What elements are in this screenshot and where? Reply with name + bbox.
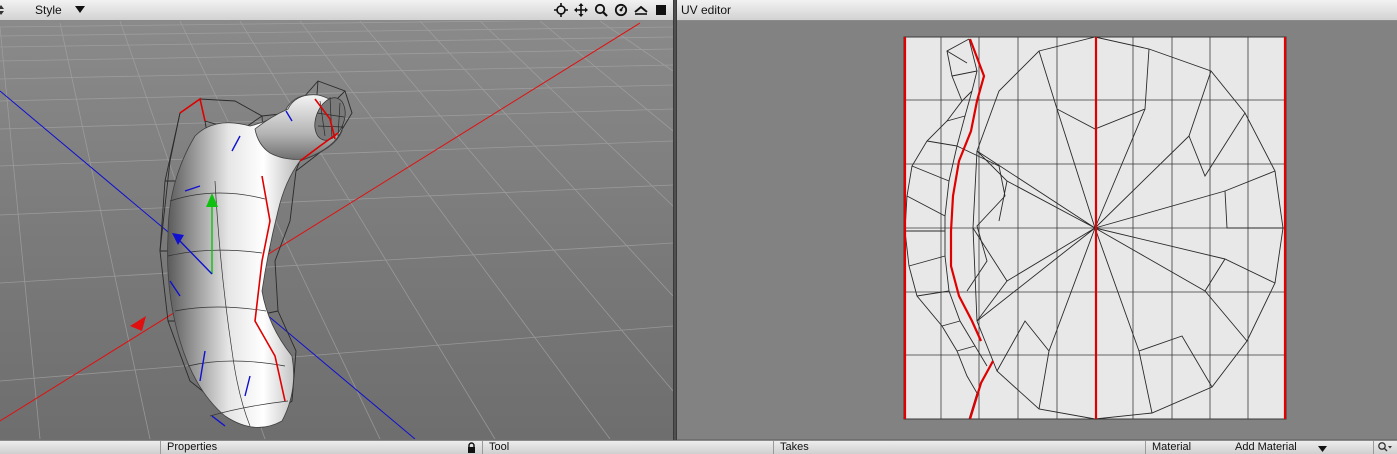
material-panel-tab[interactable]: Material Add Material (1145, 441, 1373, 454)
panel-stepper-icon[interactable] (0, 1, 8, 19)
search-icon[interactable] (1377, 442, 1393, 454)
style-dropdown-icon[interactable] (71, 1, 89, 19)
x-axis-arrow (130, 316, 146, 331)
floor-grid (0, 21, 673, 439)
uv-editor-canvas[interactable] (677, 21, 1397, 439)
uv-editor-header: UV editor (677, 0, 1397, 21)
rotate-icon[interactable] (612, 1, 630, 19)
tool-label: Tool (489, 441, 510, 453)
viewport-header: Style (0, 0, 673, 21)
lock-icon[interactable] (467, 442, 476, 454)
material-label: Material (1152, 441, 1192, 453)
search-field[interactable] (1373, 441, 1397, 454)
move-target-icon[interactable] (552, 1, 570, 19)
takes-label: Takes (780, 441, 809, 453)
uv-layout[interactable] (677, 21, 1397, 439)
fit-icon[interactable] (632, 1, 650, 19)
properties-panel-tab[interactable]: Properties (160, 441, 482, 454)
fullscreen-icon[interactable] (652, 1, 670, 19)
3d-viewport[interactable] (0, 21, 673, 439)
x-axis-line (0, 22, 641, 422)
viewport-scene[interactable] (0, 21, 673, 439)
properties-label: Properties (167, 441, 218, 453)
bottom-left-segment (0, 441, 160, 454)
add-material-menu[interactable]: Add Material (1235, 441, 1297, 454)
bottom-panel-bar: Properties Tool Takes Material Add Mater… (0, 440, 1397, 454)
tool-panel-tab[interactable]: Tool (482, 441, 773, 454)
style-menu[interactable]: Style (35, 3, 62, 17)
pan-icon[interactable] (572, 1, 590, 19)
takes-panel-tab[interactable]: Takes (773, 441, 1145, 454)
zoom-icon[interactable] (592, 1, 610, 19)
uv-editor-title: UV editor (681, 3, 732, 17)
